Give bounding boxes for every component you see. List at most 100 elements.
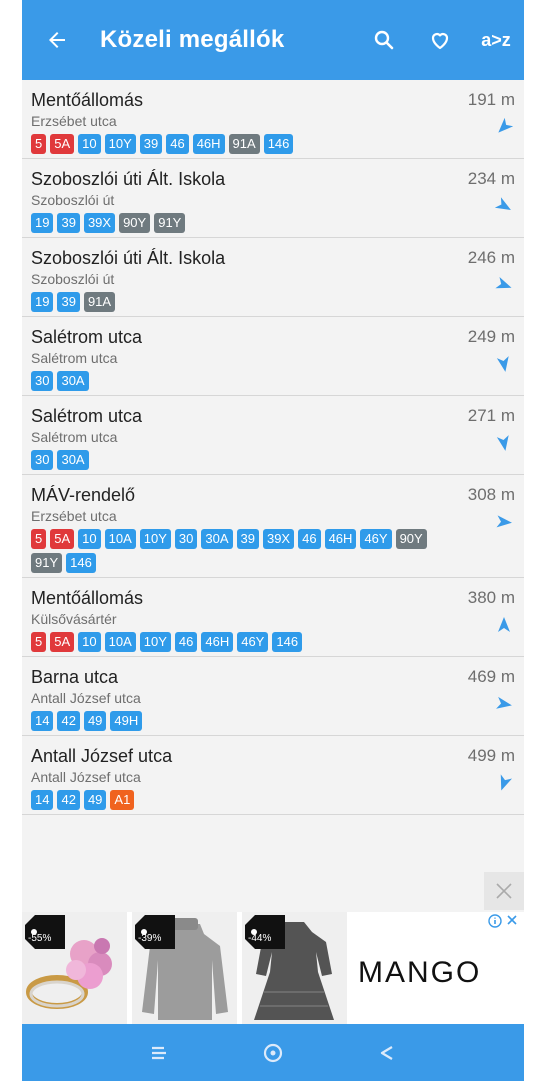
route-badge: 5 [31, 134, 47, 154]
triangle-back-icon [380, 1045, 393, 1060]
stop-name: Szoboszlói úti Ált. Iskola [31, 248, 226, 268]
stop-list-item[interactable]: MÁV-rendelő Erzsébet utca 5 5A 10 10A 10Y 30 30A… [22, 475, 524, 578]
menu-icon [152, 1046, 166, 1059]
ad-tile-rings[interactable]: -55% [22, 912, 127, 1024]
stop-distance: 234 m [467, 169, 515, 188]
stop-street: Antall József utca [31, 690, 141, 706]
stop-distance: 246 m [467, 248, 515, 267]
ad-choices[interactable] [488, 914, 518, 928]
route-badge: 30A [57, 371, 89, 391]
stop-name: Salétrom utca [31, 406, 143, 426]
heart-icon [431, 32, 449, 50]
home-circle-icon [263, 1043, 283, 1062]
stop-list-item[interactable]: Szoboszlói úti Ált. Iskola Szoboszlói út 1… [22, 238, 524, 317]
stop-street: Külsővásártér [31, 611, 117, 627]
stop-distance: 249 m [467, 327, 515, 346]
stop-name: Mentőállomás [31, 90, 144, 110]
stop-street: Szoboszlói út [31, 271, 115, 287]
stop-list-item[interactable]: Szoboszlói úti Ált. Iskola Szoboszlói út 1… [22, 159, 524, 238]
route-badges: 14 42 49 A1 [31, 790, 454, 814]
ad-banner[interactable]: -55% -39% -44% MANGO [22, 912, 524, 1024]
route-badge: 39X [262, 529, 295, 549]
route-badge: 10 [78, 134, 101, 154]
ad-tile-dress[interactable]: -44% [242, 912, 347, 1024]
stop-distance: 499 m [467, 746, 515, 765]
route-badge: 49 [83, 790, 107, 810]
discount-label: -39% [138, 933, 162, 944]
stop-name: Barna utca [31, 667, 119, 687]
route-badge: 91A [228, 134, 260, 154]
stop-name: Mentőállomás [31, 588, 144, 608]
phone-screen: Közeli megállók a>z Mentőállomás Erzsébet… [22, 0, 524, 1081]
close-icon [496, 883, 512, 899]
ad-close-button[interactable] [484, 872, 524, 910]
route-badge: 39 [57, 213, 80, 233]
route-badge: 30 [174, 529, 198, 549]
system-nav-bar [22, 1024, 524, 1081]
stop-list-item[interactable]: Antall József utca Antall József utca 14 42… [22, 736, 524, 815]
stop-list: Mentőállomás Erzsébet utca 5 5A 10 10Y 39 46 46H… [22, 80, 524, 815]
route-badge: 146 [272, 632, 303, 652]
route-badge: 39X [83, 213, 116, 233]
direction-arrow-icon [495, 197, 511, 210]
discount-label: -44% [248, 933, 272, 944]
page-title: Közeli megállók [100, 26, 285, 53]
route-badge: 10A [104, 529, 136, 549]
route-badge: 39 [139, 134, 163, 154]
direction-arrow-icon [496, 435, 509, 451]
route-badge: 10Y [139, 529, 171, 549]
close-icon [507, 915, 517, 925]
ad-tile-sweater[interactable]: -39% [132, 912, 237, 1024]
route-badge: 5A [50, 134, 75, 154]
route-badge: 14 [31, 711, 54, 731]
stop-list-item[interactable]: Mentőállomás Erzsébet utca 5 5A 10 10Y 39 46 46H… [22, 80, 524, 159]
direction-arrow-icon [495, 276, 512, 289]
direction-arrow-icon [498, 118, 513, 133]
sort-az-button[interactable]: a>z [468, 0, 524, 80]
route-badge: 10 [78, 632, 101, 652]
route-badge: 46 [174, 632, 198, 652]
route-badge: 91Y [154, 213, 186, 233]
route-badges: 19 39 91A [31, 292, 454, 316]
nav-back-button[interactable] [372, 1038, 402, 1068]
route-badge: 5 [31, 632, 47, 652]
route-badge: 146 [66, 553, 96, 573]
stop-list-item[interactable]: Salétrom utca Salétrom utca 30 30A 249 m [22, 317, 524, 396]
stop-distance: 271 m [467, 406, 515, 425]
stop-list-item[interactable]: Barna utca Antall József utca 14 42 49 49H 469… [22, 657, 524, 736]
route-badge: 90Y [395, 529, 427, 549]
route-badge: 10 [78, 529, 101, 549]
route-badges: 5 5A 10 10Y 39 46 46H 91A 146 [31, 134, 454, 158]
stop-name: Szoboszlói úti Ált. Iskola [31, 169, 226, 189]
direction-arrow-icon [496, 356, 509, 372]
route-badge: 91Y [31, 553, 63, 573]
stop-list-item[interactable]: Mentőállomás Külsővásártér 5 5A 10 10A 10Y 46 46… [22, 578, 524, 657]
route-badge: 46Y [237, 632, 269, 652]
route-badges: 14 42 49 49H [31, 711, 454, 735]
search-button[interactable] [356, 0, 412, 80]
stop-street: Erzsébet utca [31, 508, 117, 524]
stop-street: Salétrom utca [31, 350, 118, 366]
route-badge: 5A [50, 529, 75, 549]
stop-distance: 308 m [467, 485, 515, 504]
direction-arrow-icon [496, 515, 512, 528]
nav-recents-button[interactable] [144, 1038, 174, 1068]
route-badge: 5A [50, 632, 75, 652]
stop-list-item[interactable]: Salétrom utca Salétrom utca 30 30A 271 m [22, 396, 524, 475]
direction-arrow-icon [496, 696, 512, 709]
route-badge: 10A [104, 632, 136, 652]
favorites-button[interactable] [412, 0, 468, 80]
route-badge: 30 [31, 450, 54, 470]
route-badge: 46H [201, 632, 234, 652]
route-badges: 30 30A [31, 371, 454, 395]
route-badge: 46H [324, 529, 357, 549]
nav-home-button[interactable] [258, 1038, 288, 1068]
ad-brand-logo: MANGO [358, 956, 482, 989]
stop-street: Salétrom utca [31, 429, 118, 445]
route-badge: 19 [31, 292, 54, 312]
route-badges: 19 39 39X 90Y 91Y [31, 213, 454, 237]
back-button[interactable] [22, 0, 92, 80]
direction-arrow-icon [500, 774, 513, 791]
route-badge: 39 [57, 292, 80, 312]
route-badge: 10Y [104, 134, 136, 154]
